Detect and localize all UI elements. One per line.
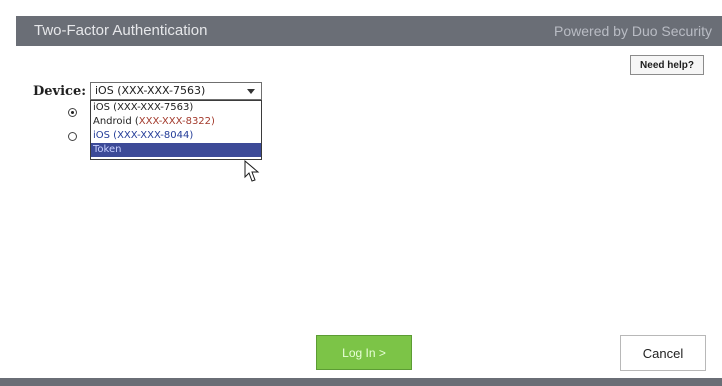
device-option-ios-7563-text: iOS (XXX-XXX-7563) xyxy=(93,102,194,113)
bottom-bar xyxy=(0,378,722,386)
device-option-ios-8044[interactable]: iOS (XXX-XXX-8044) xyxy=(91,129,261,143)
device-option-token[interactable]: Token xyxy=(91,143,261,157)
header-bar: Two-Factor Authentication Powered by Duo… xyxy=(16,16,722,46)
page-title: Two-Factor Authentication xyxy=(34,22,208,39)
need-help-button[interactable]: Need help? xyxy=(630,55,704,75)
device-select[interactable]: iOS (XXX-XXX-7563) xyxy=(90,82,262,100)
auth-method-radio-2[interactable] xyxy=(68,132,77,141)
top-caption-area xyxy=(0,0,722,16)
cursor-icon xyxy=(244,160,260,182)
chevron-down-icon xyxy=(247,89,255,94)
auth-method-radio-1[interactable] xyxy=(68,108,77,117)
device-option-ios-7563[interactable]: iOS (XXX-XXX-7563) xyxy=(91,101,261,115)
cancel-button[interactable]: Cancel xyxy=(620,335,706,371)
duo-auth-window: Two-Factor Authentication Powered by Duo… xyxy=(0,0,722,386)
powered-by-text: Powered by Duo Security xyxy=(554,23,712,39)
device-option-token-text: Token xyxy=(93,144,122,155)
device-label: Device: xyxy=(33,84,87,99)
device-option-ios-8044-text: iOS (XXX-XXX-8044) xyxy=(93,130,194,141)
login-button[interactable]: Log In > xyxy=(316,335,412,370)
device-option-android-8322-number: XXX-XXX-8322) xyxy=(138,116,215,127)
device-option-android-8322-text: Android ( xyxy=(93,116,139,127)
device-option-android-8322[interactable]: Android (XXX-XXX-8322) xyxy=(91,115,261,129)
device-selected-value: iOS (XXX-XXX-7563) xyxy=(95,84,206,97)
device-dropdown-list[interactable]: iOS (XXX-XXX-7563) Android (XXX-XXX-8322… xyxy=(90,100,262,160)
